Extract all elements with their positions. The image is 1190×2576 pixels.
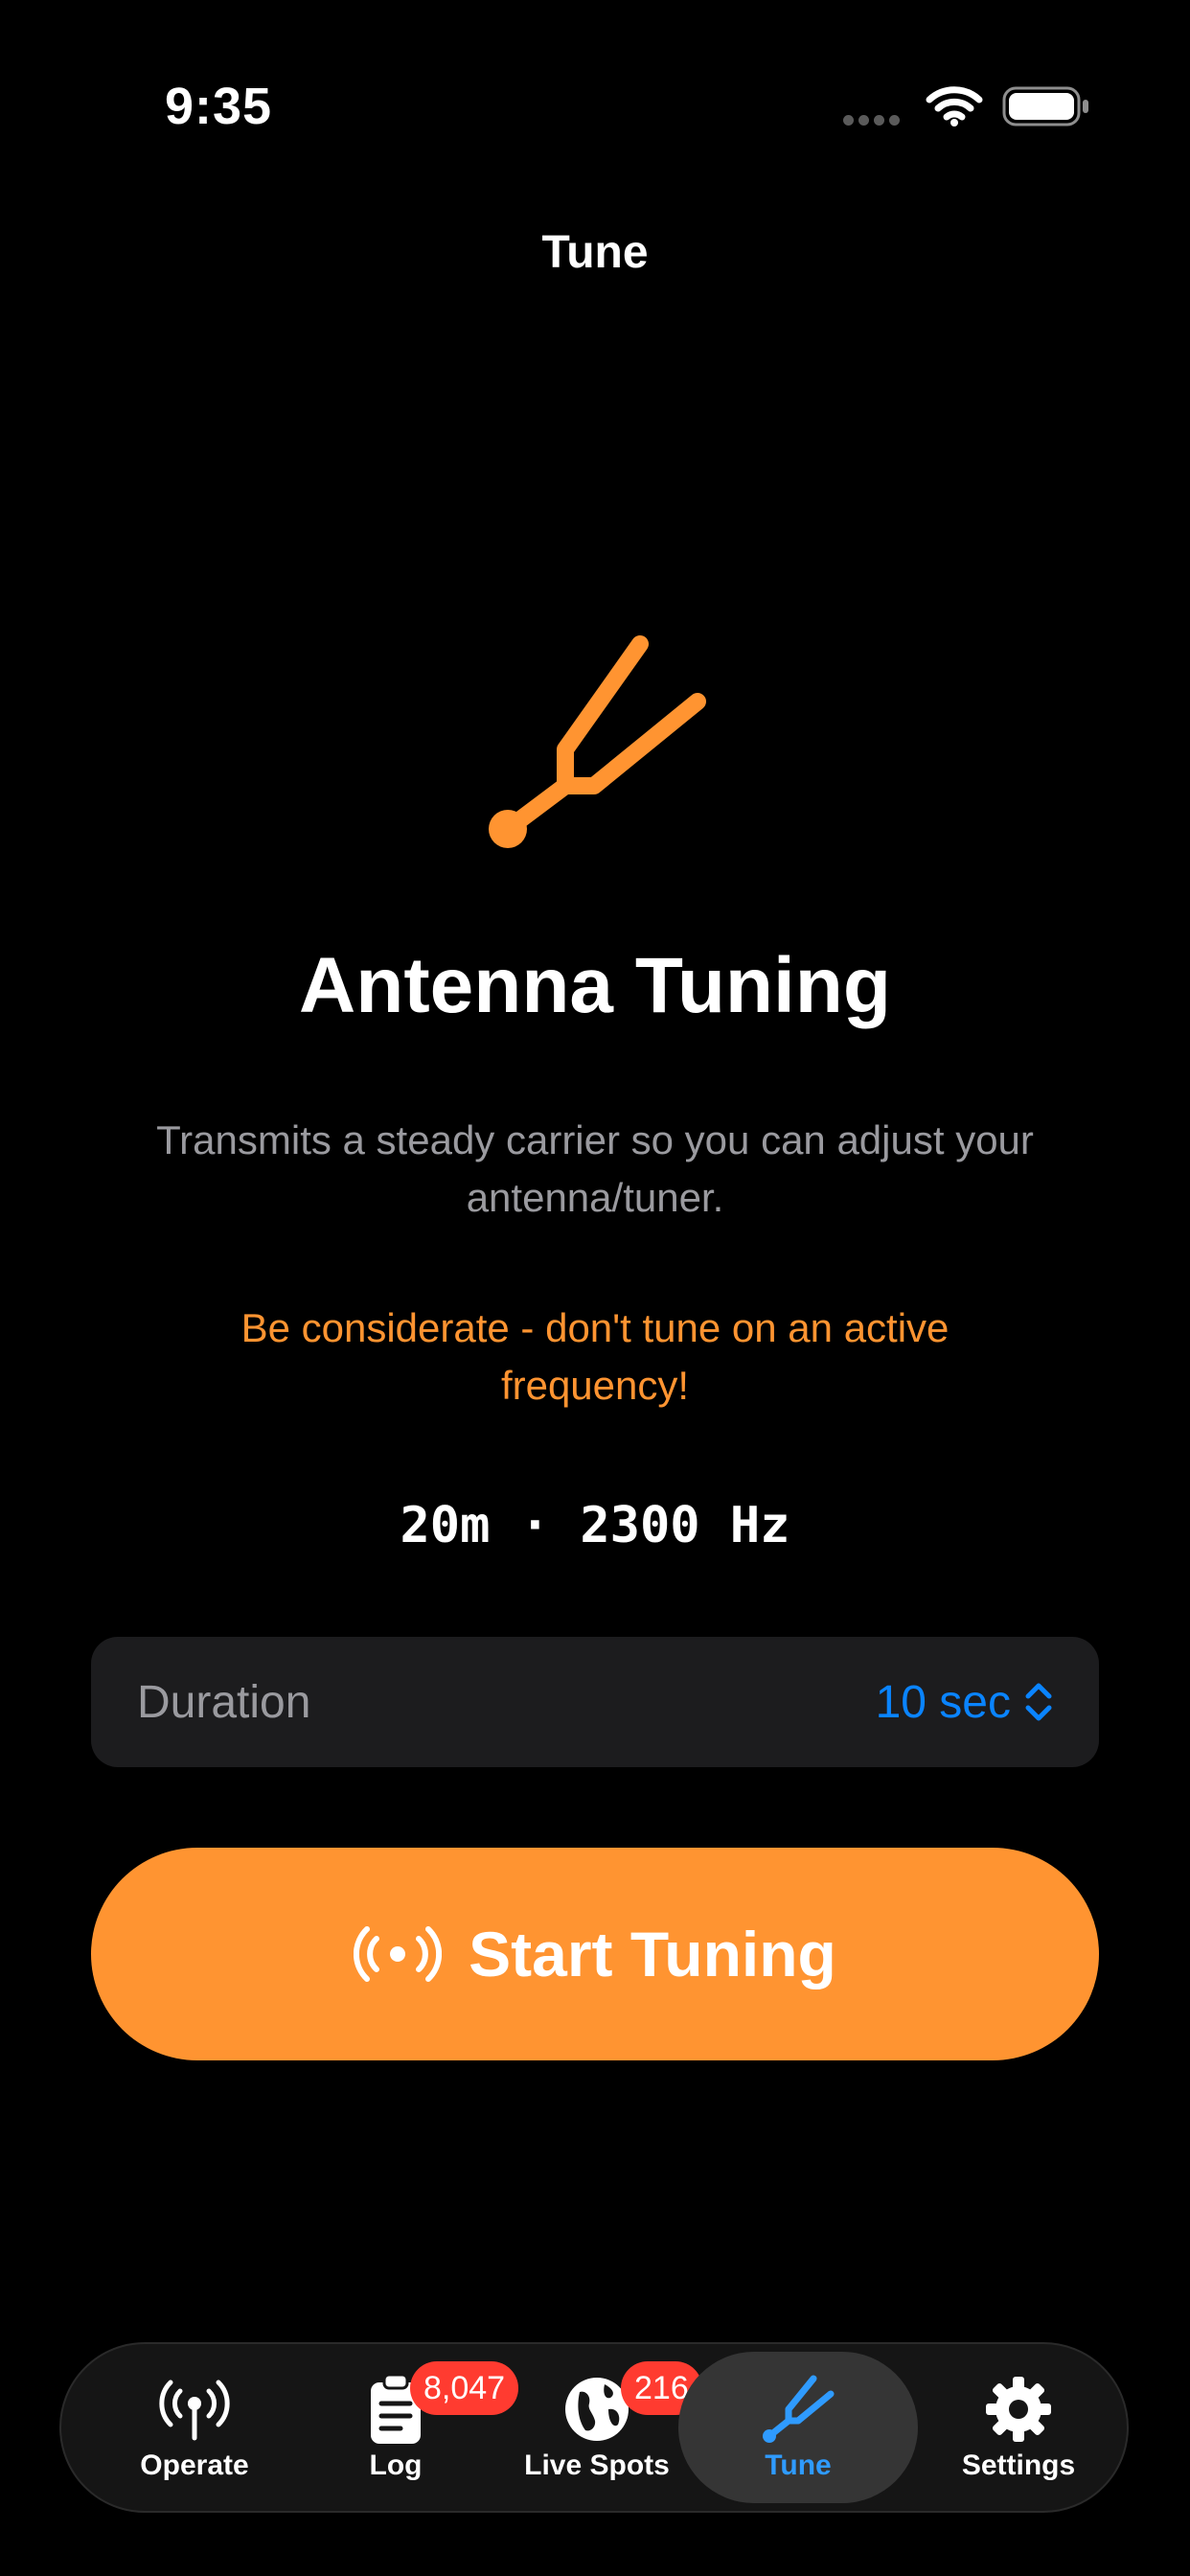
start-tuning-button[interactable]: Start Tuning xyxy=(91,1848,1099,2060)
tab-live-spots-label: Live Spots xyxy=(524,2450,670,2481)
tab-bar: Operate Log 8,047 Live Spots 216 Tune Se… xyxy=(59,2342,1129,2513)
start-tuning-label: Start Tuning xyxy=(469,1919,836,1990)
duration-value-text: 10 sec xyxy=(875,1676,1011,1728)
tab-settings-label: Settings xyxy=(961,2450,1076,2481)
wifi-icon xyxy=(926,84,983,131)
status-time: 9:35 xyxy=(165,78,273,135)
broadcast-icon xyxy=(354,1926,443,1982)
tuning-fork-icon xyxy=(479,632,709,867)
band-frequency-readout: 20m · 2300 Hz xyxy=(400,1497,790,1554)
tab-tune[interactable]: Tune xyxy=(678,2352,918,2503)
gear-icon xyxy=(984,2375,1053,2444)
tab-log-label: Log xyxy=(369,2450,423,2481)
warning-text: Be considerate - don't tune on an active… xyxy=(240,1305,950,1408)
feature-title: Antenna Tuning xyxy=(299,942,891,1029)
cellular-signal-icon xyxy=(843,113,904,130)
page-title: Tune xyxy=(541,227,649,278)
tab-tune-label: Tune xyxy=(765,2450,832,2481)
battery-icon xyxy=(1002,86,1090,131)
duration-picker[interactable]: Duration 10 sec xyxy=(91,1637,1099,1767)
tuning-fork-icon xyxy=(762,2375,835,2444)
tab-settings[interactable]: Settings xyxy=(918,2344,1119,2511)
tab-operate-label: Operate xyxy=(140,2450,249,2481)
duration-value[interactable]: 10 sec xyxy=(876,1676,1053,1729)
chevron-up-down-icon xyxy=(1025,1683,1052,1721)
feature-description: Transmits a steady carrier so you can ad… xyxy=(156,1117,1034,1220)
tab-operate[interactable]: Operate xyxy=(94,2344,295,2511)
duration-label: Duration xyxy=(137,1676,311,1728)
antenna-icon xyxy=(157,2375,232,2444)
